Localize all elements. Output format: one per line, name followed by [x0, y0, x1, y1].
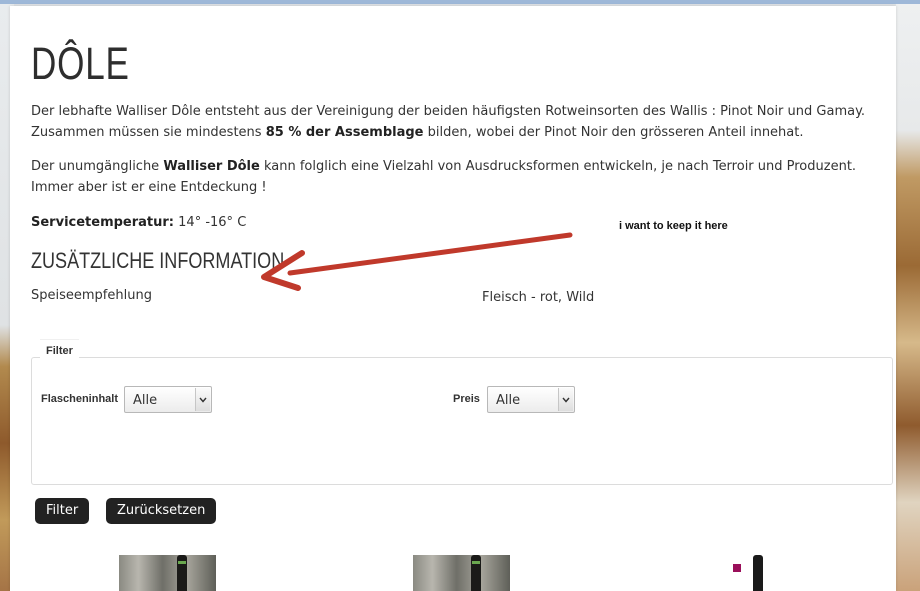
background-right-photo — [896, 0, 920, 591]
price-selected: Alle — [496, 393, 521, 408]
filter-button[interactable]: Filter — [35, 498, 90, 524]
bottle-cap — [472, 561, 480, 564]
description-bold: 85 % der Assemblage — [265, 125, 424, 140]
reset-button[interactable]: Zurücksetzen — [106, 498, 217, 524]
service-temperature: Servicetemperatur: 14° -16° C — [31, 212, 881, 233]
price-select[interactable]: Alle — [487, 386, 575, 413]
chevron-down-icon[interactable] — [195, 388, 210, 411]
additional-info-heading: ZUSÄTZLICHE INFORMATION — [31, 248, 285, 273]
bottle-size-selected: Alle — [133, 393, 158, 408]
bottle-cap — [178, 561, 186, 564]
description-paragraph-1: Der lebhafte Walliser Dôle entsteht aus … — [31, 101, 881, 143]
service-temperature-value: 14° -16° C — [174, 215, 247, 230]
food-pairing-label: Speiseempfehlung — [31, 288, 152, 303]
product-thumbnail[interactable] — [119, 555, 216, 591]
window-top-border — [0, 0, 920, 4]
bottle-size-label: Flascheninhalt — [41, 393, 119, 405]
filter-fieldset — [31, 357, 893, 485]
description-bold: Walliser Dôle — [163, 159, 260, 174]
food-pairing-value: Fleisch - rot, Wild — [482, 290, 595, 305]
description-text: bilden, wobei der Pinot Noir den grösser… — [423, 125, 804, 140]
page-title: DÔLE — [31, 38, 130, 89]
content-panel: DÔLE Der lebhafte Walliser Dôle entsteht… — [10, 6, 896, 591]
annotation-note: i want to keep it here — [619, 220, 728, 232]
bottle-image — [753, 555, 763, 591]
description-paragraph-2: Der unumgängliche Walliser Dôle kann fol… — [31, 156, 881, 198]
filter-legend: Filter — [40, 339, 79, 362]
description-text: Der unumgängliche — [31, 159, 164, 174]
product-thumbnail[interactable] — [413, 555, 510, 591]
product-thumbnail[interactable] — [710, 555, 780, 591]
chevron-down-icon[interactable] — [558, 388, 573, 411]
service-temperature-label: Servicetemperatur: — [31, 215, 175, 230]
label-square — [733, 564, 741, 572]
annotation-arrow-icon — [261, 232, 573, 291]
price-label: Preis — [453, 393, 480, 405]
bottle-size-select[interactable]: Alle — [124, 386, 212, 413]
